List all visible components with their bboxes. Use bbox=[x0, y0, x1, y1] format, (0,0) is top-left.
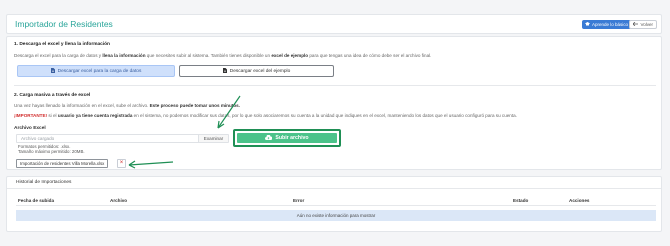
step2-description: Una vez hayas llenado la información en … bbox=[14, 103, 240, 108]
file-label: Archivo Excel bbox=[14, 126, 46, 131]
file-download-icon bbox=[222, 67, 227, 75]
table-header-line bbox=[16, 205, 656, 206]
download-example-label: Descargar excel del ejemplo bbox=[229, 68, 291, 74]
file-input[interactable]: Archivo cargado Examinar bbox=[16, 134, 229, 143]
download-example-button[interactable]: Descargar excel del ejemplo bbox=[179, 65, 334, 77]
history-divider bbox=[7, 188, 661, 189]
import-card: 1. Descarga el excel y llena la informac… bbox=[6, 36, 662, 170]
step2-title: 2. Carga masiva a través de excel bbox=[14, 93, 91, 98]
step1-title: 1. Descarga el excel y llena la informac… bbox=[14, 42, 110, 47]
selected-file-chip: Importación de residentes Villa Morella.… bbox=[16, 159, 109, 168]
history-title: Historial de Importaciones bbox=[16, 180, 72, 185]
column-header: Acciones bbox=[569, 198, 590, 203]
upload-button-label: Subir archivo bbox=[275, 135, 309, 141]
step1-description: Descarga el excel para la carga de datos… bbox=[14, 53, 432, 58]
column-header: Archivo bbox=[110, 198, 128, 203]
download-template-label: Descargar excel para la carga de datos bbox=[57, 68, 142, 74]
section-divider bbox=[14, 85, 656, 86]
column-header: Estado bbox=[513, 198, 529, 203]
column-header: Error bbox=[293, 198, 305, 203]
empty-table-row: Aún no existe información para mostrar bbox=[16, 210, 656, 221]
cloud-upload-icon bbox=[265, 134, 273, 142]
back-button[interactable]: Volver bbox=[629, 20, 657, 29]
column-header: Fecha de subida bbox=[18, 198, 54, 203]
important-notice: ¡IMPORTANTE! si el usuario ya tiene cuen… bbox=[14, 113, 517, 118]
browse-button[interactable]: Examinar bbox=[198, 135, 228, 142]
page-header: Importador de Residentes Aprende lo bási… bbox=[6, 14, 662, 34]
annotation-arrow-icon bbox=[128, 160, 174, 169]
import-history-card: Historial de Importaciones Fecha de subi… bbox=[6, 176, 662, 232]
max-size: Tamaño máximo permitido: 20MB. bbox=[18, 149, 85, 154]
download-template-button[interactable]: Descargar excel para la carga de datos bbox=[17, 65, 175, 77]
file-input-placeholder: Archivo cargado bbox=[21, 136, 55, 141]
upload-button[interactable]: Subir archivo bbox=[237, 133, 337, 143]
arrow-left-icon bbox=[632, 21, 639, 28]
annotation-arrow-icon bbox=[217, 95, 241, 129]
upload-button-outline[interactable]: Subir archivo bbox=[233, 129, 341, 147]
file-download-icon bbox=[50, 67, 55, 75]
back-button-label: Volver bbox=[640, 22, 653, 27]
graduation-cap-icon bbox=[584, 20, 590, 29]
help-button[interactable]: Aprende lo básico bbox=[581, 20, 631, 29]
page-title: Importador de Residentes bbox=[15, 19, 113, 29]
help-button-label: Aprende lo básico bbox=[591, 22, 628, 27]
